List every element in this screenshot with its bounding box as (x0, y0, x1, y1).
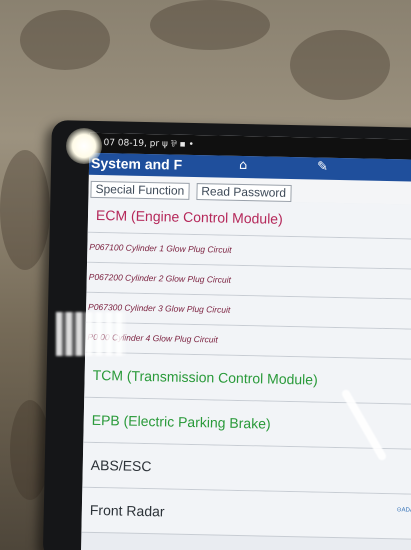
edit-icon[interactable]: ✎ (317, 160, 328, 175)
camera-flash-reflection (66, 128, 102, 164)
status-text: 07 08-19, pr ψ ⅌ ▪ • (103, 138, 194, 150)
module-abs[interactable]: ABS/ESC (82, 442, 411, 495)
light-glare (56, 312, 126, 356)
photo-scene: 07 08-19, pr ψ ⅌ ▪ • System and F ⌂ ✎ Sp… (0, 0, 411, 550)
carpet-pattern (0, 150, 50, 270)
tab-special-function[interactable]: Special Function (90, 180, 190, 200)
tablet-screen: 07 08-19, pr ψ ⅌ ▪ • System and F ⌂ ✎ Sp… (80, 132, 411, 550)
carpet-pattern (150, 0, 270, 50)
tab-read-password[interactable]: Read Password (196, 183, 292, 203)
page-title: System and F (90, 154, 183, 173)
home-icon[interactable]: ⌂ (239, 158, 248, 173)
adas-badge: ⊙ADAS (396, 507, 411, 514)
module-front-radar-label: Front Radar (89, 501, 165, 520)
carpet-pattern (290, 30, 390, 100)
carpet-pattern (20, 10, 110, 70)
module-tcm[interactable]: TCM (Transmission Control Module) (84, 352, 411, 405)
module-front-radar[interactable]: Front Radar ⊙ADAS (81, 487, 411, 540)
